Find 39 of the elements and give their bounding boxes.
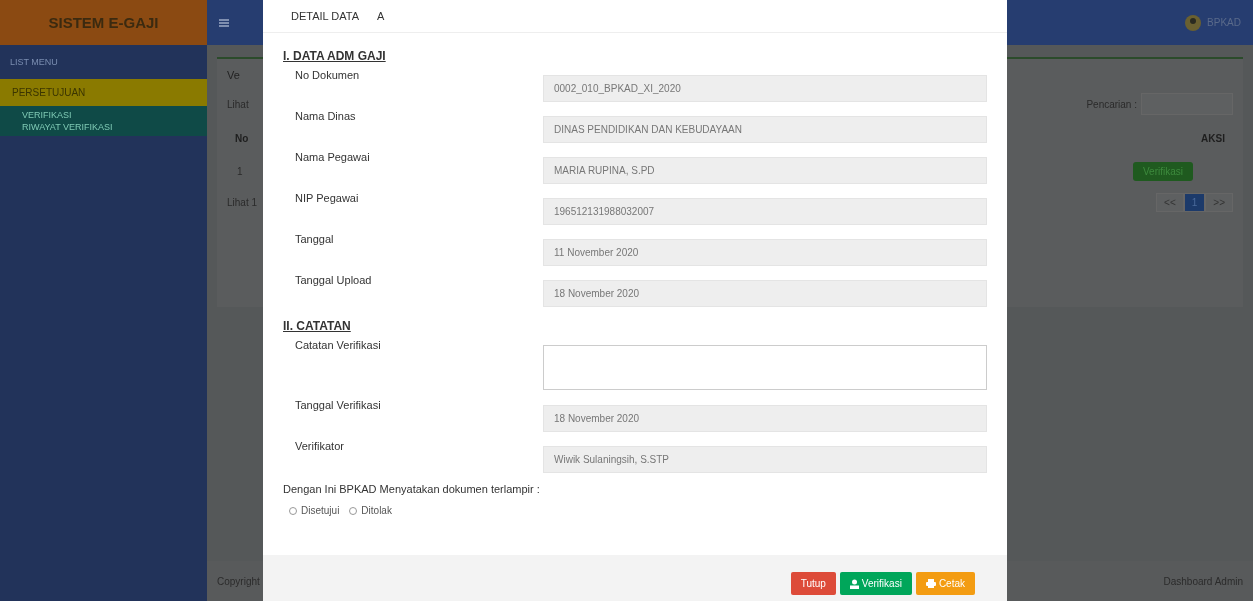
- printer-icon: [925, 579, 936, 588]
- field-label: Tanggal Upload: [295, 273, 373, 286]
- column-header: AKSI: [1201, 133, 1225, 144]
- readonly-field[interactable]: 196512131988032007: [543, 198, 987, 225]
- menu-icon[interactable]: [219, 18, 229, 27]
- sidebar-subitem[interactable]: RIWAYAT VERIFIKASI: [0, 121, 207, 133]
- dialog-title-suffix: A: [377, 10, 385, 22]
- readonly-field[interactable]: DINAS PENDIDIKAN DAN KEBUDAYAAN: [543, 116, 987, 143]
- note-textarea[interactable]: [543, 345, 987, 390]
- radio-label[interactable]: Ditolak: [361, 505, 392, 516]
- field-label: NIP Pegawai: [295, 191, 360, 204]
- section-heading: II. CATATAN: [283, 319, 352, 333]
- field-label: Tanggal Verifikasi: [295, 398, 382, 411]
- readonly-field[interactable]: 18 November 2020: [543, 405, 987, 432]
- avatar-icon[interactable]: [1185, 14, 1202, 31]
- field-label: Verifikator: [295, 439, 345, 452]
- column-header: No: [235, 133, 249, 144]
- verify-button[interactable]: Verifikasi: [839, 572, 912, 595]
- field-label: Catatan Verifikasi: [295, 338, 382, 351]
- readonly-field[interactable]: Wiwik Sulaningsih, S.STP: [543, 446, 987, 473]
- readonly-field[interactable]: 11 November 2020: [543, 239, 987, 266]
- sidebar-item[interactable]: PERSETUJUAN: [0, 79, 207, 106]
- statement-text: Dengan Ini BPKAD Menyatakan dokumen terlampir :: [283, 483, 541, 495]
- field-label: Nama Dinas: [295, 109, 357, 122]
- section-heading: I. DATA ADM GAJI: [283, 49, 387, 63]
- readonly-field[interactable]: 0002_010_BPKAD_XI_2020: [543, 75, 987, 102]
- readonly-field[interactable]: MARIA RUPINA, S.PD: [543, 157, 987, 184]
- field-label: Nama Pegawai: [295, 150, 371, 163]
- close-button[interactable]: Tutup: [790, 572, 836, 595]
- dialog-title: DETAIL DATA: [291, 10, 360, 22]
- radio-label[interactable]: Disetujui: [301, 505, 340, 516]
- print-button[interactable]: Cetak: [915, 572, 975, 595]
- field-label: No Dokumen: [295, 68, 361, 81]
- sidebar-subitem[interactable]: VERIFIKASI: [0, 109, 207, 121]
- readonly-field[interactable]: 18 November 2020: [543, 280, 987, 307]
- menu-title: LIST MENU: [9, 56, 59, 69]
- user-icon: [849, 578, 859, 589]
- app-logo: SISTEM E-GAJI: [0, 0, 207, 45]
- field-label: Tanggal: [295, 232, 335, 245]
